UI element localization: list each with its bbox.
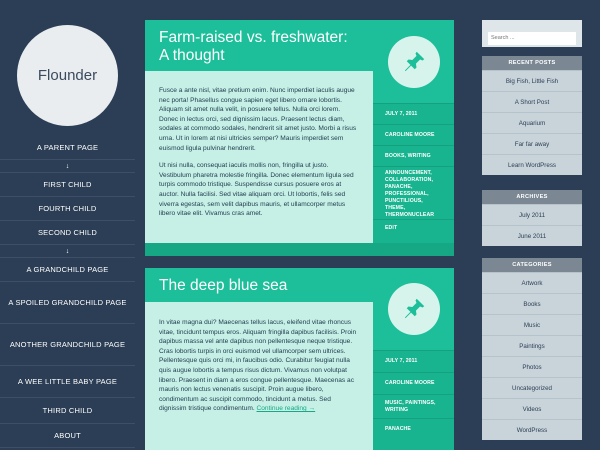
nav-item-about[interactable]: ABOUT [0, 424, 135, 448]
recent-post-link[interactable]: A Short Post [482, 91, 582, 112]
post-author[interactable]: CAROLINE MOORE [373, 124, 454, 145]
post-categories[interactable]: BOOKS, WRITING [373, 145, 454, 166]
post-format-area [373, 20, 454, 103]
category-link[interactable]: Uncategorized [482, 377, 582, 398]
recent-posts-widget: RECENT POSTS Big Fish, Little Fish A Sho… [482, 56, 582, 175]
nav-submenu-arrow: ↓ [0, 160, 135, 173]
recent-post-link[interactable]: Far far away [482, 133, 582, 154]
post-paragraph: Ut nisi nulla, consequat iaculis mollis … [159, 162, 354, 218]
post-paragraph: Fusce a ante nisl, vitae pretium enim. N… [159, 87, 357, 152]
post-format-area [373, 268, 454, 350]
archives-widget: ARCHIVES July 2011 June 2011 [482, 190, 582, 246]
main-navigation: A PARENT PAGE ↓ FIRST CHILD FOURTH CHILD… [0, 136, 135, 448]
post-article: Farm-raised vs. freshwater: A thought Fu… [145, 20, 454, 256]
search-widget [482, 20, 582, 47]
category-link[interactable]: Music [482, 314, 582, 335]
post-header: Farm-raised vs. freshwater: A thought [145, 20, 373, 71]
nav-item-wee-little-baby[interactable]: A WEE LITTLE BABY PAGE [0, 366, 135, 398]
post-date[interactable]: JULY 7, 2011 [373, 103, 454, 124]
post-categories[interactable]: MUSIC, PAINTINGS, WRITING [373, 394, 454, 418]
post-meta: JULY 7, 2011 CAROLINE MOORE MUSIC, PAINT… [373, 268, 454, 450]
nav-item-parent-page[interactable]: A PARENT PAGE [0, 136, 135, 160]
widget-title: CATEGORIES [482, 258, 582, 272]
nav-item-grandchild-page[interactable]: A GRANDCHILD PAGE [0, 258, 135, 282]
recent-post-link[interactable]: Learn WordPress [482, 154, 582, 175]
category-link[interactable]: WordPress [482, 419, 582, 440]
nav-item-second-child[interactable]: SECOND CHILD [0, 221, 135, 245]
archive-link[interactable]: June 2011 [482, 225, 582, 246]
category-link[interactable]: Videos [482, 398, 582, 419]
continue-reading-link[interactable]: Continue reading → [257, 405, 316, 412]
nav-item-spoiled-grandchild[interactable]: A SPOILED GRANDCHILD PAGE [0, 282, 135, 324]
left-sidebar: Flounder A PARENT PAGE ↓ FIRST CHILD FOU… [0, 0, 135, 450]
pushpin-icon[interactable] [387, 35, 440, 88]
post-content: In vitae magna dui? Maecenas tellus lacu… [145, 318, 373, 422]
category-link[interactable]: Books [482, 293, 582, 314]
categories-widget: CATEGORIES Artwork Books Music Paintings… [482, 258, 582, 440]
site-title[interactable]: Flounder [38, 67, 97, 84]
post-footer-bar [145, 243, 454, 256]
category-link[interactable]: Artwork [482, 272, 582, 293]
post-tags[interactable]: PANACHE [373, 418, 454, 440]
post-author[interactable]: CAROLINE MOORE [373, 372, 454, 394]
post-edit-link[interactable]: EDIT [373, 219, 454, 236]
nav-item-third-child[interactable]: THIRD CHILD [0, 398, 135, 424]
widget-title: ARCHIVES [482, 190, 582, 204]
category-link[interactable]: Paintings [482, 335, 582, 356]
post-paragraph: In vitae magna dui? Maecenas tellus lacu… [159, 319, 357, 413]
site-logo[interactable]: Flounder [17, 25, 118, 126]
recent-post-link[interactable]: Aquarium [482, 112, 582, 133]
post-header: The deep blue sea [145, 268, 373, 302]
nav-item-another-grandchild[interactable]: ANOTHER GRANDCHILD PAGE [0, 324, 135, 366]
post-article: The deep blue sea In vitae magna dui? Ma… [145, 268, 454, 450]
nav-item-first-child[interactable]: FIRST CHILD [0, 173, 135, 197]
post-title[interactable]: Farm-raised vs. freshwater: A thought [159, 29, 359, 65]
post-title[interactable]: The deep blue sea [159, 277, 359, 295]
post-tags[interactable]: ANNOUNCEMENT, COLLABORATION, PANACHE, PR… [373, 166, 454, 219]
post-date[interactable]: JULY 7, 2011 [373, 350, 454, 372]
category-link[interactable]: Photos [482, 356, 582, 377]
post-content: Fusce a ante nisl, vitae pretium enim. N… [145, 86, 373, 227]
nav-submenu-arrow: ↓ [0, 245, 135, 258]
archive-link[interactable]: July 2011 [482, 204, 582, 225]
search-input[interactable] [488, 31, 576, 45]
recent-post-link[interactable]: Big Fish, Little Fish [482, 70, 582, 91]
pushpin-icon[interactable] [387, 283, 440, 335]
widget-title: RECENT POSTS [482, 56, 582, 70]
nav-item-fourth-child[interactable]: FOURTH CHILD [0, 197, 135, 221]
post-meta: JULY 7, 2011 CAROLINE MOORE BOOKS, WRITI… [373, 20, 454, 256]
